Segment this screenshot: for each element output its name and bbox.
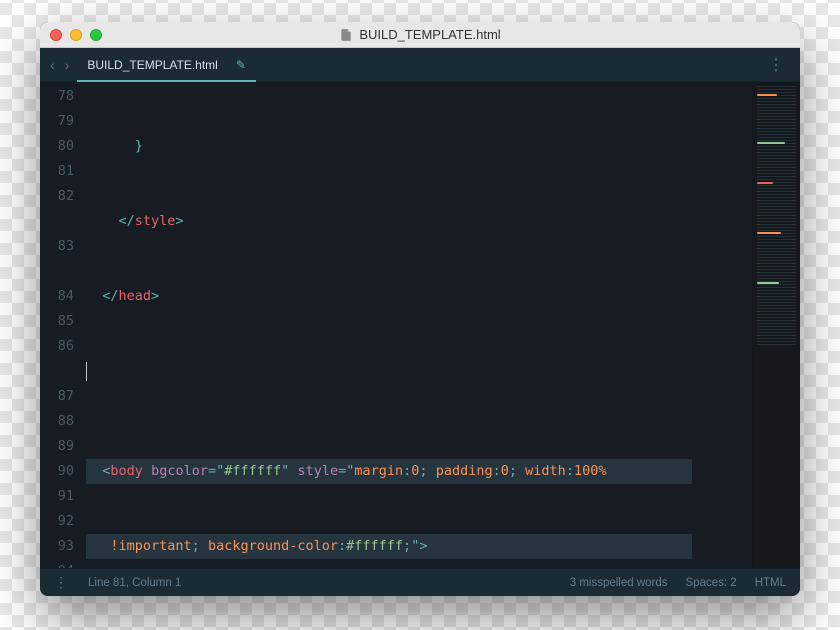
status-menu-button[interactable]: ⋮ xyxy=(54,574,70,591)
titlebar: BUILD_TEMPLATE.html xyxy=(40,22,800,48)
nav-back-button[interactable]: ‹ xyxy=(50,57,55,73)
minimap[interactable] xyxy=(752,82,800,568)
minimize-window-button[interactable] xyxy=(70,29,82,41)
file-icon xyxy=(339,28,353,42)
tab-overflow-button[interactable]: ⋮ xyxy=(760,55,794,75)
zoom-window-button[interactable] xyxy=(90,29,102,41)
language-mode[interactable]: HTML xyxy=(755,577,786,589)
tab-bar: ‹ › BUILD_TEMPLATE.html ✎ ⋮ xyxy=(40,48,800,82)
tab-build-template[interactable]: BUILD_TEMPLATE.html ✎ xyxy=(77,48,256,81)
status-bar: ⋮ Line 81, Column 1 3 misspelled words S… xyxy=(40,568,800,596)
nav-forward-button[interactable]: › xyxy=(65,57,70,73)
traffic-lights xyxy=(50,29,102,41)
cursor-line xyxy=(86,359,752,384)
indentation-status[interactable]: Spaces: 2 xyxy=(686,577,737,589)
tab-label: BUILD_TEMPLATE.html xyxy=(87,58,217,72)
close-window-button[interactable] xyxy=(50,29,62,41)
window-title: BUILD_TEMPLATE.html xyxy=(359,27,500,42)
line-number-gutter: 7879808182 83 848586 8788899091929394959… xyxy=(40,82,82,568)
dirty-indicator-icon: ✎ xyxy=(236,58,246,72)
editor-window: BUILD_TEMPLATE.html ‹ › BUILD_TEMPLATE.h… xyxy=(40,22,800,596)
spell-check-status[interactable]: 3 misspelled words xyxy=(570,577,668,589)
editor-area: 7879808182 83 848586 8788899091929394959… xyxy=(40,82,800,568)
cursor-position[interactable]: Line 81, Column 1 xyxy=(88,577,181,589)
code-editor[interactable]: } </style> </head> <body bgcolor="#fffff… xyxy=(82,82,752,568)
